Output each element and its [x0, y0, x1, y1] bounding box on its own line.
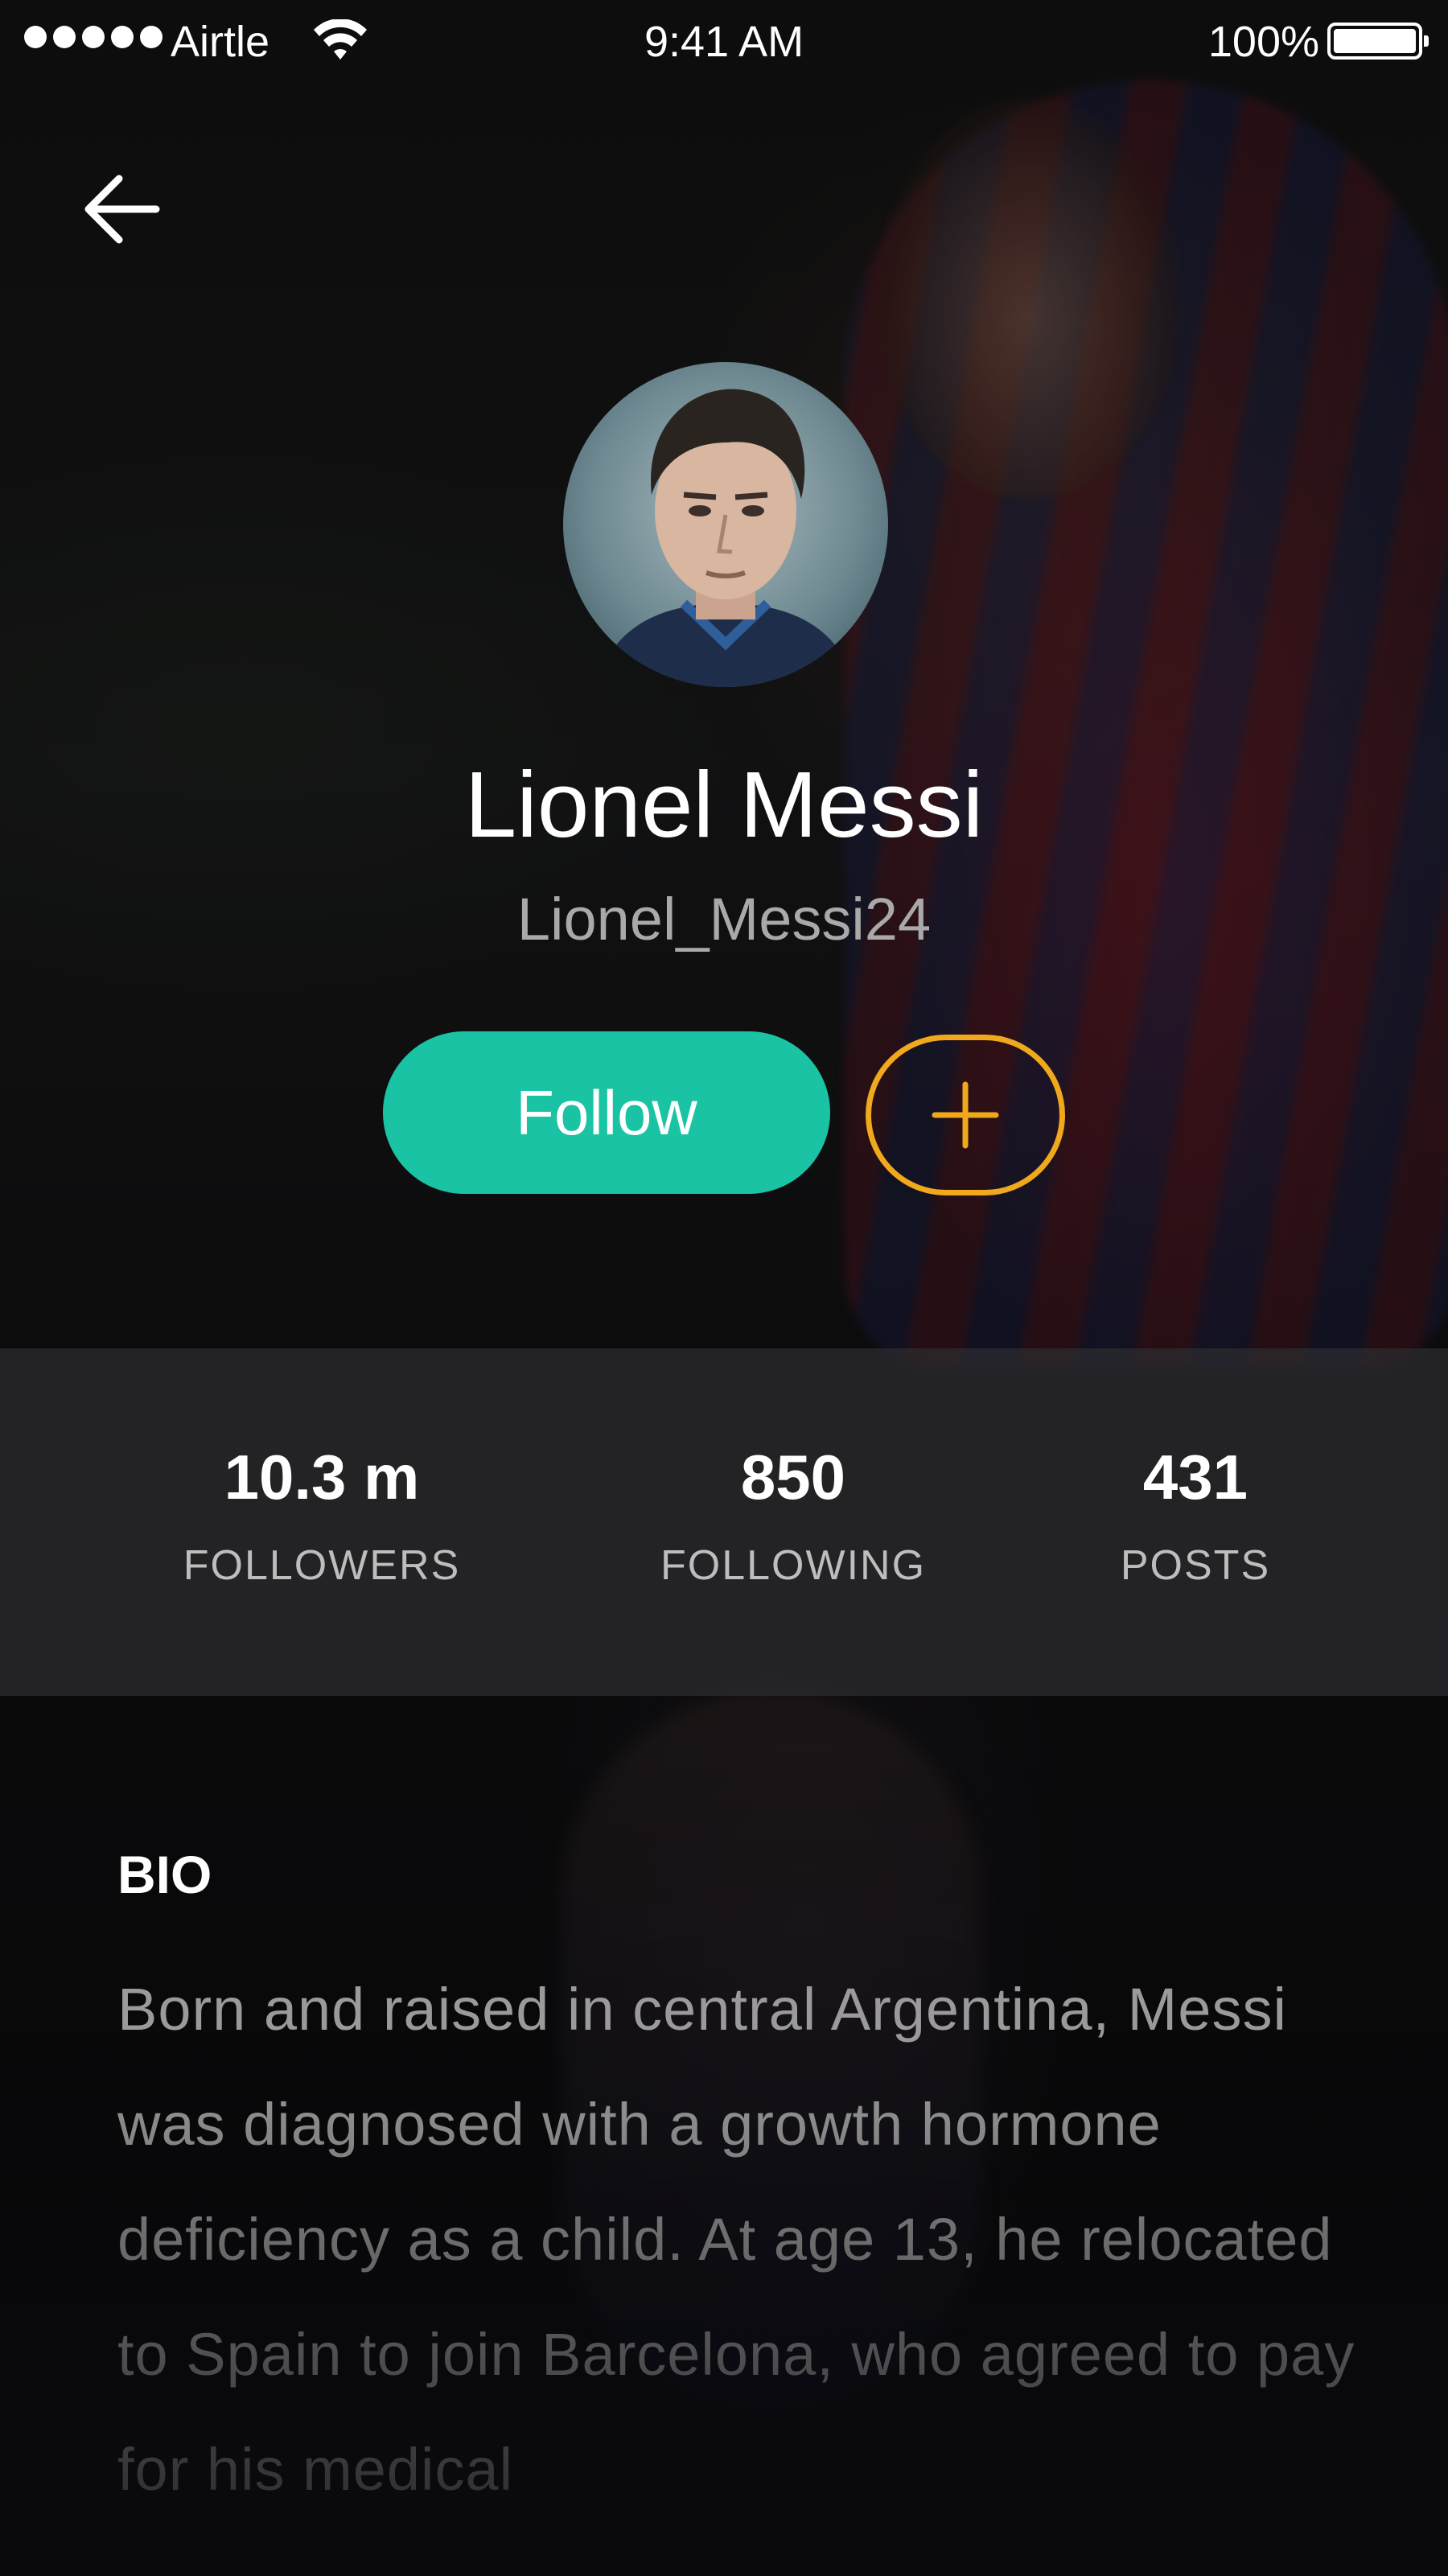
profile-username: Lionel_Messi24 — [516, 886, 932, 953]
following-count: 850 — [740, 1442, 846, 1512]
posts-stat[interactable]: 431 POSTS — [994, 1437, 1397, 1590]
followers-stat[interactable]: 10.3 m FOLLOWERS — [121, 1437, 523, 1590]
bio-heading: BIO — [117, 1845, 212, 1904]
posts-count: 431 — [1142, 1442, 1248, 1512]
following-label: FOLLOWING — [660, 1542, 927, 1589]
arrow-left-icon — [84, 175, 160, 244]
follow-button-label: Follow — [516, 1076, 697, 1148]
following-stat[interactable]: 850 FOLLOWING — [592, 1437, 994, 1590]
battery-percentage: 100% — [1207, 18, 1319, 66]
follow-button[interactable]: Follow — [383, 1031, 830, 1194]
profile-name: Lionel Messi — [464, 752, 984, 857]
battery-level — [1334, 29, 1416, 53]
bio-text: Born and raised in central Argentina, Me… — [117, 1976, 1355, 2503]
stats-panel: 10.3 m FOLLOWERS 850 FOLLOWING 431 POSTS — [0, 1348, 1448, 1696]
add-button[interactable] — [866, 1035, 1065, 1195]
avatar — [563, 362, 888, 687]
followers-label: FOLLOWERS — [183, 1542, 461, 1589]
status-bar: Airtle 9:41 AM 100% — [0, 0, 1448, 88]
battery-icon — [1327, 23, 1429, 60]
plus-icon — [932, 1081, 999, 1149]
followers-count: 10.3 m — [224, 1442, 420, 1512]
posts-label: POSTS — [1120, 1542, 1271, 1589]
back-button[interactable] — [64, 153, 177, 265]
profile-screen: Airtle 9:41 AM 100% Lionel Messi Lionel_… — [0, 0, 1448, 2576]
